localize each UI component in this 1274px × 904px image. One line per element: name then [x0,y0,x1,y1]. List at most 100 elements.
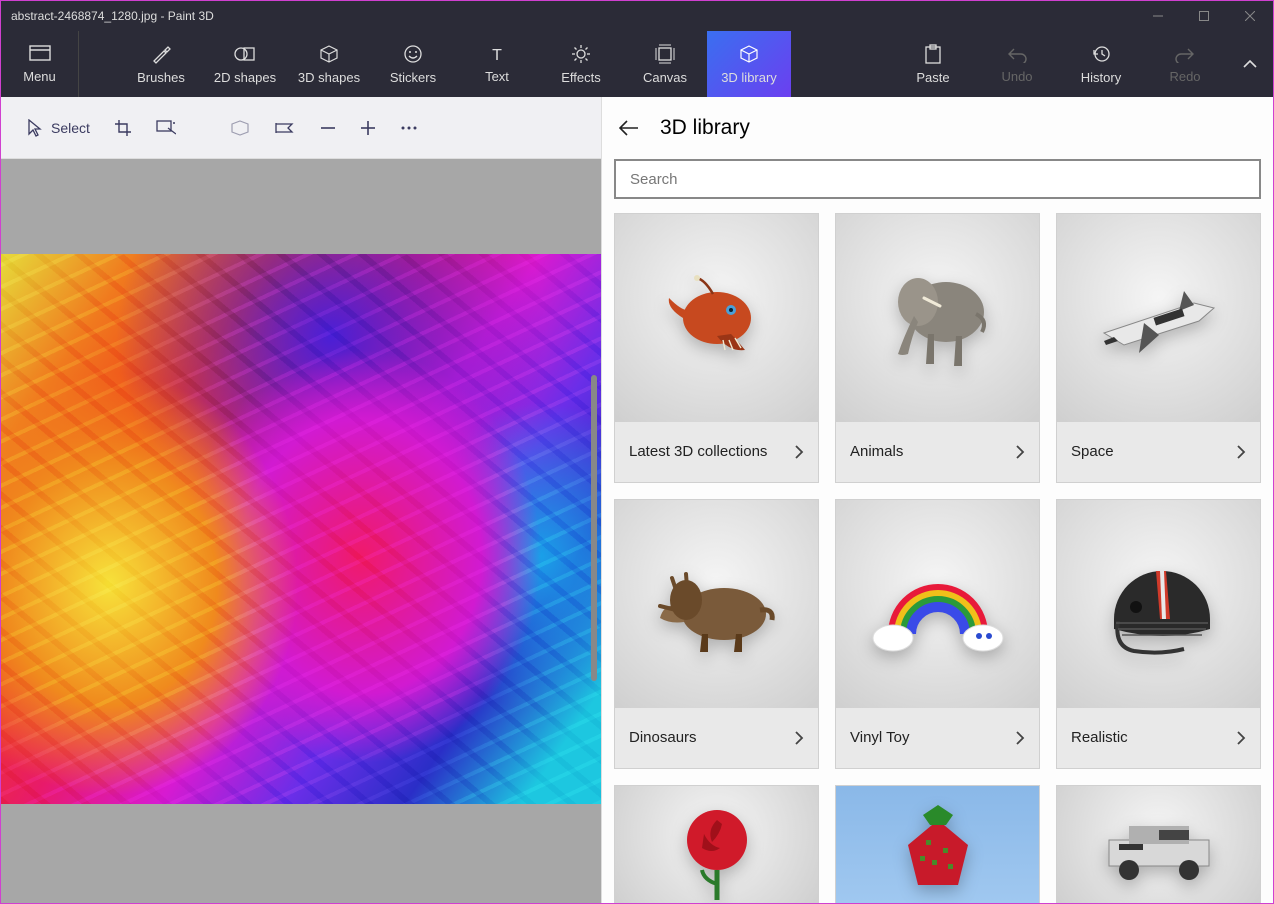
select-tool[interactable]: Select [15,97,102,159]
minus-icon [320,120,336,136]
side-panel: 3D library Latest 3D collections [601,97,1273,903]
history-label: History [1081,70,1121,85]
library-card-partial-1[interactable] [614,785,819,903]
text-icon: T [488,45,506,63]
chevron-right-icon [794,730,804,746]
thumb-rose [615,786,818,903]
chevron-right-icon [1236,730,1246,746]
ribbon-spacer [791,31,891,97]
effects-icon [571,44,591,64]
redo-button[interactable]: Redo [1143,31,1227,97]
view3d-icon [230,120,250,136]
magic-select-tool[interactable] [144,97,188,159]
cursor-icon [27,119,43,137]
panel-body: Latest 3D collections Animals Space [602,159,1273,903]
effects-button[interactable]: Effects [539,31,623,97]
3d-shapes-button[interactable]: 3D shapes [287,31,371,97]
thumb-shuttle [1057,214,1260,422]
stickers-icon [403,44,423,64]
3d-library-button[interactable]: 3D library [707,31,791,97]
canvas-image[interactable] [1,254,601,804]
library-card-realistic[interactable]: Realistic [1056,499,1261,769]
card-label: Space [1071,443,1114,461]
3d-view-tool[interactable] [218,97,262,159]
undo-button[interactable]: Undo [975,31,1059,97]
crop-tool[interactable] [102,97,144,159]
flag-icon [274,121,296,135]
library-card-space[interactable]: Space [1056,213,1261,483]
chevron-right-icon [1015,730,1025,746]
stickers-button[interactable]: Stickers [371,31,455,97]
ribbon: Menu Brushes 2D shapes 3D shapes Sticker… [1,31,1273,97]
library-card-partial-2[interactable] [835,785,1040,903]
redo-icon [1174,45,1196,63]
brushes-button[interactable]: Brushes [119,31,203,97]
plus-icon [360,120,376,136]
brushes-label: Brushes [137,70,185,85]
svg-text:T: T [492,47,502,63]
library-card-partial-3[interactable] [1056,785,1261,903]
sub-toolbar: Select [1,97,601,159]
mixed-reality-tool[interactable] [262,97,308,159]
card-label: Dinosaurs [629,729,697,747]
3d-shapes-label: 3D shapes [298,70,360,85]
chevron-up-icon [1243,59,1257,69]
chevron-right-icon [794,444,804,460]
back-button[interactable] [616,115,642,141]
chevron-right-icon [1236,444,1246,460]
library-card-animals[interactable]: Animals [835,213,1040,483]
library-card-dinosaurs[interactable]: Dinosaurs [614,499,819,769]
canvas-scrollbar[interactable] [591,375,597,681]
zoom-out-tool[interactable] [308,97,348,159]
minimize-button[interactable] [1135,1,1181,31]
library3d-icon [739,44,759,64]
text-label: Text [485,69,509,84]
canvas-label: Canvas [643,70,687,85]
text-button[interactable]: T Text [455,31,539,97]
library-card-latest-3d-collections[interactable]: Latest 3D collections [614,213,819,483]
more-icon [400,125,418,131]
chevron-right-icon [1015,444,1025,460]
brush-icon [151,44,171,64]
card-label: Animals [850,443,903,461]
expand-ribbon-button[interactable] [1227,31,1273,97]
titlebar: abstract-2468874_1280.jpg - Paint 3D [1,1,1273,31]
menu-button[interactable]: Menu [1,31,79,97]
undo-icon [1006,45,1028,63]
redo-label: Redo [1169,69,1200,84]
3d-library-label: 3D library [721,70,777,85]
thumb-elephant [836,214,1039,422]
select-label: Select [51,120,90,136]
canvas-button[interactable]: Canvas [623,31,707,97]
thumb-strawberry-voxel [836,786,1039,903]
history-button[interactable]: History [1059,31,1143,97]
stickers-label: Stickers [390,70,436,85]
thumb-helmet [1057,500,1260,708]
history-icon [1091,44,1111,64]
library-grid: Latest 3D collections Animals Space [614,213,1261,903]
workspace: Select [1,97,601,903]
2d-shapes-button[interactable]: 2D shapes [203,31,287,97]
thumb-triceratops [615,500,818,708]
canvas-area[interactable] [1,159,601,903]
canvas-icon [655,44,675,64]
thumb-rainbow [836,500,1039,708]
card-label: Vinyl Toy [850,729,909,747]
magic-select-icon [156,120,176,136]
paste-icon [924,44,942,64]
thumb-anglerfish [615,214,818,422]
more-tool[interactable] [388,97,430,159]
shapes2d-icon [234,44,256,64]
panel-header: 3D library [602,97,1273,159]
library-card-vinyl-toy[interactable]: Vinyl Toy [835,499,1040,769]
card-label: Latest 3D collections [629,443,767,461]
close-button[interactable] [1227,1,1273,31]
paste-label: Paste [916,70,949,85]
undo-label: Undo [1001,69,1032,84]
search-input[interactable] [614,159,1261,199]
paste-button[interactable]: Paste [891,31,975,97]
window-title: abstract-2468874_1280.jpg - Paint 3D [11,9,1135,23]
zoom-in-tool[interactable] [348,97,388,159]
maximize-button[interactable] [1181,1,1227,31]
effects-label: Effects [561,70,601,85]
